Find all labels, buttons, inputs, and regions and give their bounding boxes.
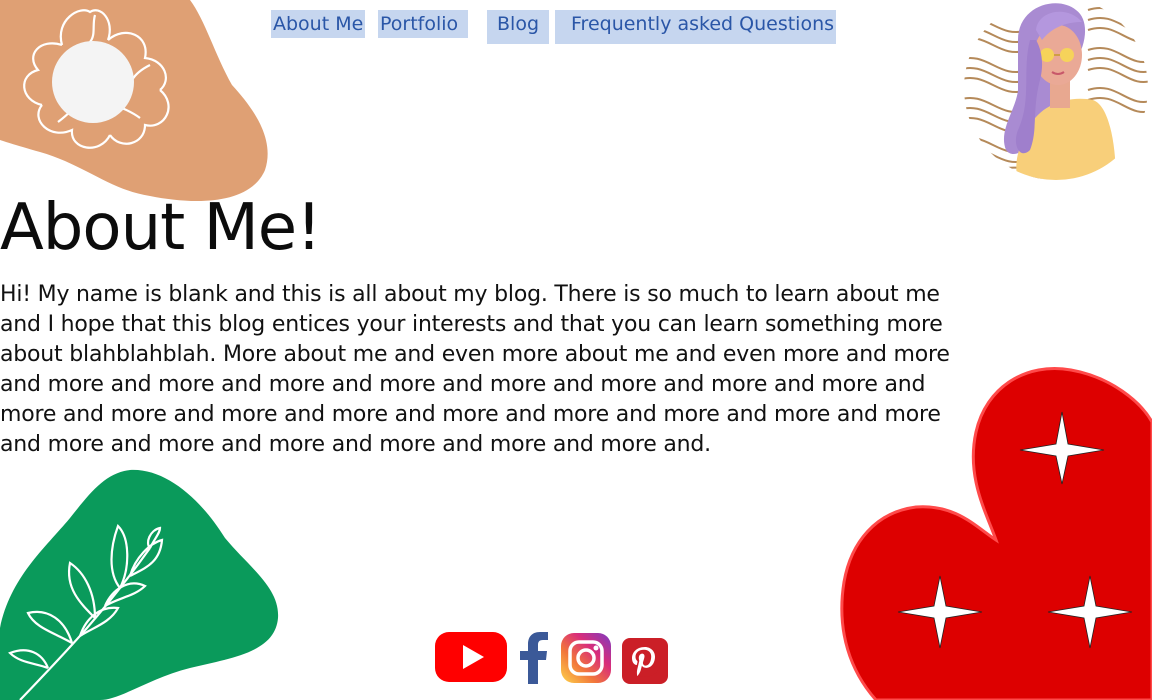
red-sparkle-decoration <box>840 367 1152 700</box>
nav-link-about-me[interactable]: About Me <box>271 10 366 38</box>
nav-link-blog[interactable]: Blog <box>487 10 549 44</box>
instagram-icon[interactable] <box>560 632 612 684</box>
nav-link-portfolio[interactable]: Portfolio <box>378 10 469 38</box>
pinterest-icon[interactable] <box>622 638 668 684</box>
intro-paragraph: Hi! My name is blank and this is all abo… <box>0 282 950 457</box>
nav-link-faq[interactable]: Frequently asked Questions <box>555 10 837 44</box>
orange-flower-decoration <box>0 0 268 202</box>
avatar <box>964 0 1148 180</box>
page-title: About Me! <box>0 191 322 265</box>
youtube-icon[interactable] <box>434 630 508 684</box>
green-leaf-decoration <box>0 469 279 700</box>
social-links <box>434 630 668 684</box>
facebook-icon[interactable] <box>518 632 550 684</box>
